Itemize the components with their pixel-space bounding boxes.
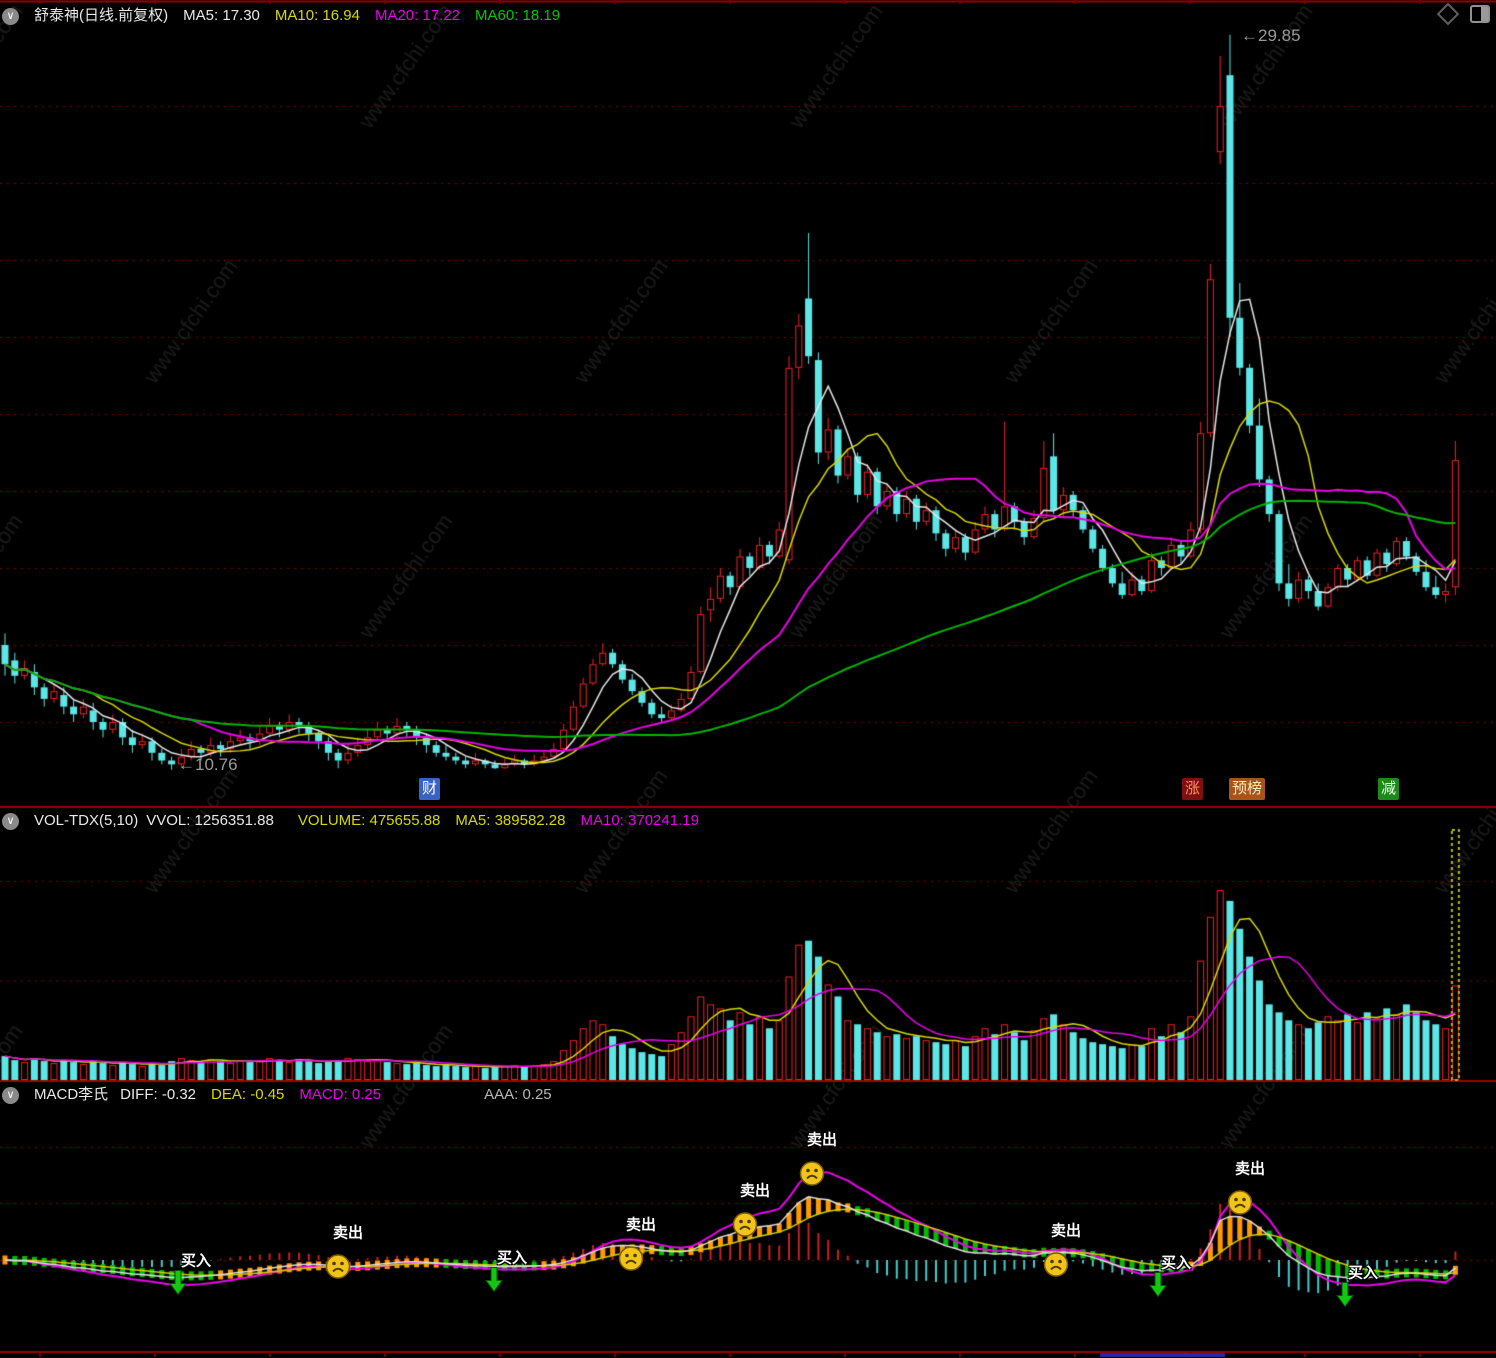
tag-jian[interactable]: 减 [1378, 778, 1400, 800]
down-arrow-icon [1149, 1272, 1167, 1302]
collapse-chevron-icon[interactable]: ∨ [2, 7, 19, 25]
ma10-value: MA10: 16.94 [274, 7, 360, 24]
low-price-label: ←10.76 [178, 755, 238, 774]
vol-ma5-value: MA5: 389582.28 [455, 812, 566, 829]
sell-label: 卖出 [333, 1224, 364, 1242]
high-price-label: ←29.85 [1241, 26, 1301, 45]
sell-label: 卖出 [626, 1216, 657, 1234]
aaa-value: AAA: 0.25 [484, 1086, 552, 1103]
volume-indicator-title: VOL-TDX(5,10) [34, 812, 139, 829]
sell-label: 卖出 [1235, 1160, 1266, 1178]
buy-signal-marker: 买入 [1336, 1265, 1378, 1313]
stock-chart-window: ∨ 舒泰神(日线.前复权) MA5: 17.30 MA10: 16.94 MA2… [0, 0, 1496, 1358]
buy-label: 买入 [497, 1249, 528, 1267]
ma20-value: MA20: 17.22 [374, 7, 461, 24]
buy-label: 买入 [1161, 1254, 1192, 1272]
sad-face-icon [618, 1246, 644, 1276]
sell-label: 卖出 [1051, 1222, 1082, 1240]
window-controls [1436, 2, 1490, 26]
sell-signal-marker: 卖出 [799, 1132, 837, 1192]
tag-zhang[interactable]: 涨 [1182, 778, 1204, 800]
down-arrow-icon [1336, 1282, 1354, 1312]
buy-signal-marker: 买入 [169, 1253, 211, 1301]
sell-signal-marker: 卖出 [1227, 1161, 1265, 1221]
sad-face-icon [1043, 1252, 1069, 1282]
symbol-title: 舒泰神(日线.前复权) [34, 7, 169, 24]
volume-value: VOLUME: 475655.88 [297, 812, 441, 829]
ma5-value: MA5: 17.30 [183, 7, 260, 24]
sell-label: 卖出 [807, 1131, 838, 1149]
sad-face-icon [1227, 1190, 1253, 1220]
vol-ma10-value: MA10: 370241.19 [580, 812, 699, 829]
macd-indicator-title: MACD李氏 [34, 1086, 109, 1103]
buy-signal-marker: 买入 [1149, 1255, 1191, 1303]
macd-value: MACD: 0.25 [299, 1086, 382, 1103]
sad-face-icon [799, 1161, 825, 1191]
sell-label: 卖出 [740, 1182, 771, 1200]
sell-signal-marker: 卖出 [732, 1183, 770, 1243]
sell-signal-marker: 卖出 [618, 1217, 656, 1277]
volume-pane-header: ∨ VOL-TDX(5,10) VVOL: 1256351.88 VOLUME:… [2, 811, 714, 831]
tag-yubang[interactable]: 预榜 [1229, 778, 1266, 800]
dea-value: DEA: -0.45 [211, 1086, 285, 1103]
down-arrow-icon [485, 1267, 503, 1297]
buy-signal-marker: 买入 [485, 1250, 527, 1298]
main-chart-header: ∨ 舒泰神(日线.前复权) MA5: 17.30 MA10: 16.94 MA2… [2, 6, 575, 26]
panel-layout-icon[interactable] [1470, 5, 1490, 23]
sad-face-icon [732, 1212, 758, 1242]
sell-signal-marker: 卖出 [325, 1225, 363, 1285]
vvol-value: VVOL: 1256351.88 [146, 812, 274, 829]
chart-canvas[interactable] [0, 0, 1496, 1358]
diamond-icon[interactable] [1436, 2, 1460, 26]
down-arrow-icon [169, 1270, 187, 1300]
diff-value: DIFF: -0.32 [120, 1086, 197, 1103]
buy-label: 买入 [1348, 1264, 1379, 1282]
news-tag-cai[interactable]: 财 [419, 778, 441, 800]
sad-face-icon [325, 1254, 351, 1284]
sell-signal-marker: 卖出 [1043, 1223, 1081, 1283]
ma60-value: MA60: 18.19 [475, 7, 561, 24]
collapse-chevron-icon[interactable]: ∨ [2, 812, 19, 830]
buy-label: 买入 [181, 1252, 212, 1270]
macd-pane-header: ∨ MACD李氏 DIFF: -0.32 DEA: -0.45 MACD: 0.… [2, 1085, 567, 1105]
collapse-chevron-icon[interactable]: ∨ [2, 1086, 19, 1104]
